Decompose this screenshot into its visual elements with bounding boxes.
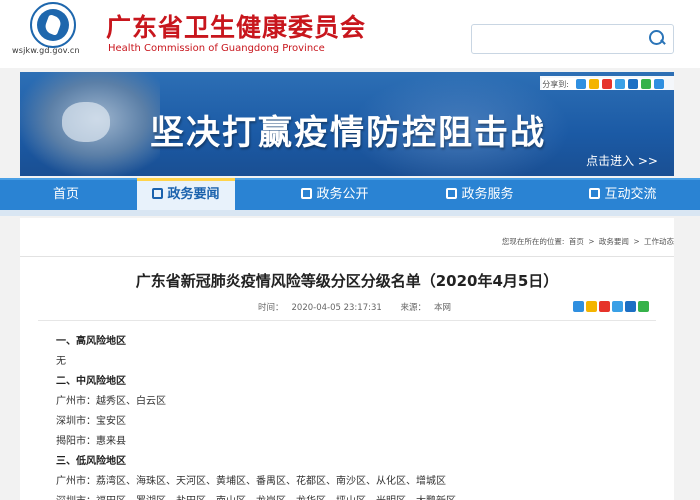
banner-photo [20,72,160,176]
news-icon [152,188,164,199]
search-icon[interactable] [649,30,665,46]
banner-enter-link[interactable]: 点击进入 >> [586,152,658,169]
section-heading: 一、高风险地区 [56,336,126,347]
breadcrumb-prefix: 您现在所在的位置: [501,237,565,246]
nav-item-services[interactable]: 政务服务 [425,180,535,210]
site-header: wsjkw.gd.gov.cn 广东省卫生健康委员会 Health Commis… [0,0,700,68]
section-heading: 三、低风险地区 [56,456,126,467]
site-domain: wsjkw.gd.gov.cn [12,46,80,55]
article-source: 本网 [434,303,452,313]
tqq-icon[interactable] [612,301,623,312]
site-subtitle: Health Commission of Guangdong Province [108,43,325,54]
breadcrumb-sep: > [633,237,640,246]
breadcrumb-home[interactable]: 首页 [569,237,584,246]
nav-label: 互动交流 [604,187,657,202]
time-label: 时间： [258,303,284,313]
site-title[interactable]: 广东省卫生健康委员会 [106,8,366,44]
body-line: 广州市：越秀区、白云区 [56,396,166,407]
section-heading: 二、中风险地区 [56,376,126,387]
wechat-icon[interactable] [641,79,651,89]
main-nav: 首页 政务要闻 政务公开 政务服务 互动交流 [0,178,700,210]
source-label: 来源： [400,303,427,313]
qzone-icon[interactable] [589,79,599,89]
breadcrumb-divider [20,256,674,257]
article-title: 广东省新冠肺炎疫情风险等级分区分级名单（2020年4月5日） [135,272,559,290]
banner-slogan: 坚决打赢疫情防控阻击战 [150,113,546,153]
publish-time: 2020-04-05 23:17:31 [291,303,382,313]
breadcrumb: 您现在所在的位置: 首页 > 政务要闻 > 工作动态 [20,236,674,252]
article-body: 一、高风险地区 无 二、中风险地区 广州市：越秀区、白云区 深圳市：宝安区 揭阳… [56,332,656,500]
nav-label: 政务公开 [316,187,369,202]
more-share-icon[interactable] [654,79,664,89]
nav-label: 政务服务 [461,187,514,202]
renren-icon[interactable] [625,301,636,312]
body-line: 深圳市：福田区、罗湖区、盐田区、南山区、龙岗区、龙华区、坪山区、光明区、大鹏新区 [56,492,656,500]
share-label: 分享到: [542,79,569,89]
body-line: 无 [56,356,66,367]
wechat-icon[interactable] [638,301,649,312]
nav-item-disclosure[interactable]: 政务公开 [280,180,390,210]
article-share [571,301,649,313]
nav-item-news[interactable]: 政务要闻 [137,178,235,210]
plus-icon[interactable] [576,79,586,89]
nav-item-interaction[interactable]: 互动交流 [568,180,678,210]
nav-label: 政务要闻 [167,187,220,202]
nav-shadow [0,210,700,216]
chat-icon [589,188,601,199]
plus-icon[interactable] [573,301,584,312]
search-input[interactable] [471,24,674,54]
weibo-icon[interactable] [599,301,610,312]
body-line: 广州市：荔湾区、海珠区、天河区、黄埔区、番禺区、花都区、南沙区、从化区、增城区 [56,476,446,487]
header-share-row: 分享到: [542,78,664,90]
article-meta: 时间： 2020-04-05 23:17:31 来源： 本网 [258,301,467,313]
body-line: 深圳市：宝安区 [56,416,126,427]
qzone-icon[interactable] [586,301,597,312]
breadcrumb-work[interactable]: 工作动态 [644,237,674,246]
tqq-icon[interactable] [615,79,625,89]
emblem-logo-icon[interactable] [30,2,76,48]
renren-icon[interactable] [628,79,638,89]
nav-label: 首页 [52,187,79,202]
breadcrumb-news[interactable]: 政务要闻 [599,237,629,246]
nav-item-home[interactable]: 首页 [0,180,132,210]
disclosure-icon [301,188,313,199]
breadcrumb-sep: > [588,237,595,246]
body-line: 揭阳市：惠来县 [56,436,126,447]
weibo-icon[interactable] [602,79,612,89]
article-divider [38,320,656,321]
services-icon [446,188,458,199]
